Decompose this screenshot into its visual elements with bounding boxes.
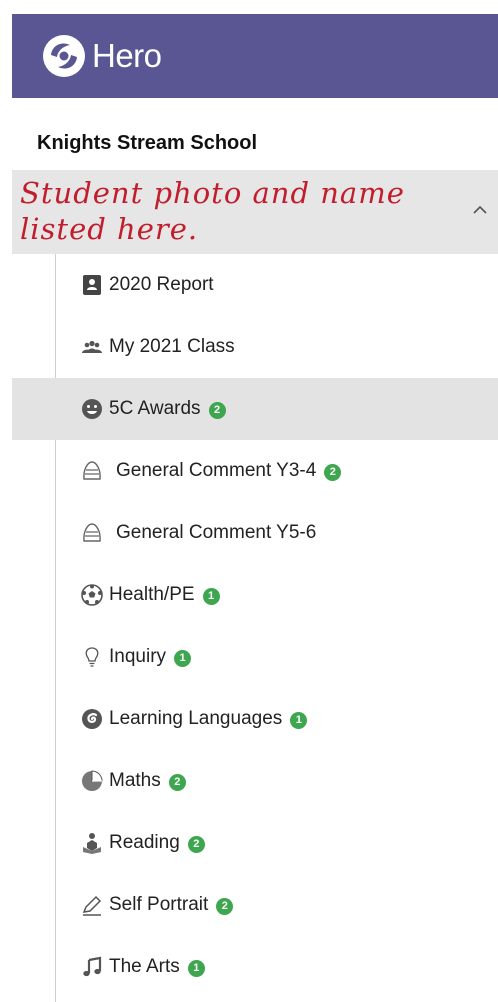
count-badge: 2 xyxy=(216,898,234,915)
reader-icon xyxy=(83,833,101,854)
nav-label: Self Portrait xyxy=(109,894,209,915)
soccer-ball-icon xyxy=(81,584,103,606)
nav-item-2020-report[interactable]: 2020 Report xyxy=(12,254,498,316)
comment-shell-icon xyxy=(83,523,101,542)
music-note-icon xyxy=(83,956,102,977)
count-badge: 2 xyxy=(208,402,226,419)
nav-item-the-arts[interactable]: The Arts 1 xyxy=(12,936,498,998)
student-annotation: Student photo and name listed here. xyxy=(20,172,490,252)
class-group-icon xyxy=(82,340,102,353)
nav-item-inquiry[interactable]: Inquiry 1 xyxy=(12,626,498,688)
count-badge: 2 xyxy=(187,836,205,853)
nav-label: Maths xyxy=(109,770,161,791)
nav-label: General Comment Y3-4 xyxy=(116,460,317,481)
nav-label: My 2021 Class xyxy=(109,336,235,357)
count-badge: 1 xyxy=(290,712,308,729)
nav-item-learning-languages[interactable]: Learning Languages 1 xyxy=(12,688,498,750)
app-name: Hero xyxy=(92,37,162,74)
count-badge: 2 xyxy=(168,774,186,791)
nav-item-health-pe[interactable]: Health/PE 1 xyxy=(12,564,498,626)
nav-label: 5C Awards xyxy=(109,398,201,419)
nav-item-my-2021-class[interactable]: My 2021 Class xyxy=(12,316,498,378)
count-badge: 1 xyxy=(187,960,205,977)
comment-shell-icon xyxy=(83,461,101,480)
pencil-icon xyxy=(82,895,102,916)
annotation-line-2: listed here. xyxy=(20,212,199,246)
count-badge: 1 xyxy=(202,588,220,605)
nav-item-general-comment-y3-4[interactable]: General Comment Y3-4 2 xyxy=(12,440,498,502)
count-badge: 1 xyxy=(174,650,192,667)
nav-item-maths[interactable]: Maths 2 xyxy=(12,750,498,812)
pie-chart-icon xyxy=(82,770,103,791)
school-name: Knights Stream School xyxy=(37,132,258,154)
hero-logo-icon xyxy=(43,35,85,77)
nav-label: The Arts xyxy=(109,956,180,977)
lightbulb-icon xyxy=(85,647,99,667)
nav-item-reading[interactable]: Reading 2 xyxy=(12,812,498,874)
report-book-icon xyxy=(83,275,101,295)
nav-label: Learning Languages xyxy=(109,708,283,729)
nav-item-general-comment-y5-6[interactable]: General Comment Y5-6 xyxy=(12,502,498,564)
nav-label: 2020 Report xyxy=(109,274,214,295)
chevron-up-icon[interactable] xyxy=(470,200,490,220)
nav-item-5c-awards[interactable]: 5C Awards 2 xyxy=(12,378,498,440)
count-badge: 2 xyxy=(324,464,342,481)
student-row[interactable]: Student photo and name listed here. xyxy=(12,170,498,254)
nav-label: General Comment Y5-6 xyxy=(116,522,317,543)
spiral-icon xyxy=(82,709,102,729)
nav-item-self-portrait[interactable]: Self Portrait 2 xyxy=(12,874,498,936)
annotation-line-1: Student photo and name xyxy=(20,176,405,210)
nav-label: Inquiry xyxy=(109,646,167,667)
app-header: Hero xyxy=(12,14,498,98)
nav-label: Health/PE xyxy=(109,584,195,605)
nav-label: Reading xyxy=(109,832,180,853)
smiley-face-icon xyxy=(82,399,102,419)
